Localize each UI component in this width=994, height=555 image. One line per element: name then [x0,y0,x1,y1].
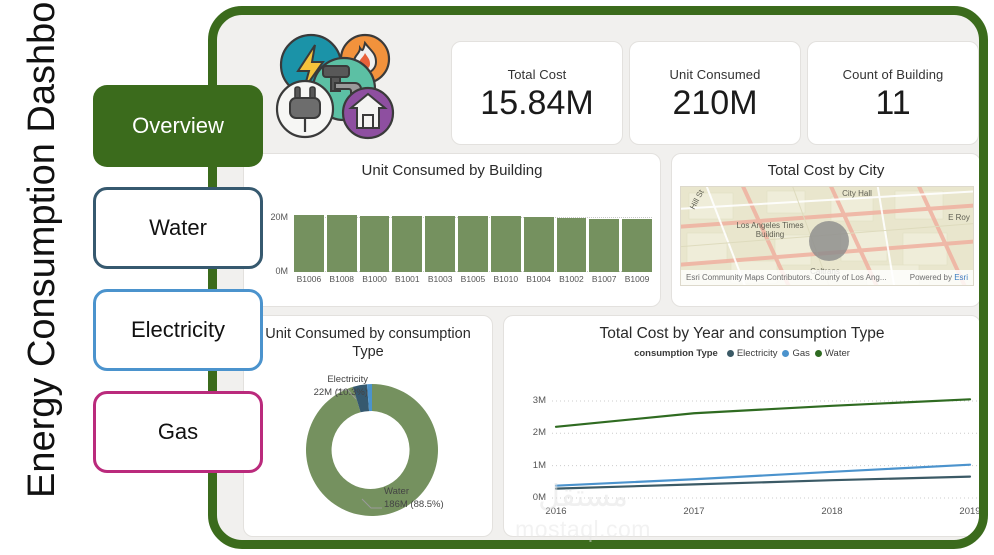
donut-chart-plot: Electricity 22M (10.3%) Water 186M (88.5… [244,368,492,536]
legend-label: Gas [792,348,810,359]
line-y-tick: 3M [532,394,546,406]
line-x-tick: 2016 [545,506,567,517]
chart-legend: consumption Type Electricity Gas Water [504,348,979,359]
kpi-value: 210M [672,83,758,122]
kpi-value: 15.84M [480,83,594,122]
kpi-card-total-cost[interactable]: Total Cost 15.84M [451,41,623,145]
line-chart-plot: 0M 1M 2M 3M 2016 2017 2018 2019 [504,374,979,538]
bar-x-tick: B1010 [493,274,519,284]
legend-swatch [814,350,822,357]
sidebar-item-label: Overview [132,113,224,138]
bar[interactable] [556,218,587,272]
legend-item-gas[interactable]: Gas [782,348,810,359]
bar-x-tick: B1001 [395,274,420,284]
kpi-label: Total Cost [507,66,567,82]
legend-title: consumption Type [634,348,718,359]
bar[interactable] [294,214,324,272]
sidebar-item-label: Water [149,215,207,240]
bar-x-tick: B1009 [624,274,650,284]
bar-x-tick: B1008 [329,274,355,284]
donut-label-value: 186M (88.5%) [384,498,444,510]
bar-x-axis-labels: B1006 B1008 B1000 B1001 B1003 B1005 B1010 B1004… [294,274,652,284]
chart-title: Unit Consumed by consumption Type [265,326,471,361]
plug-icon [275,79,335,139]
bar-x-tick: B1006 [296,274,322,284]
legend-swatch [782,350,790,357]
map-label-la-times-building: Los Angeles Times Building [736,221,804,240]
map-label-e-roy: E Roy [948,213,970,222]
kpi-row: Total Cost 15.84M Unit Consumed 210M Cou… [235,29,979,145]
sidebar-item-label: Electricity [130,317,226,342]
bar[interactable] [589,218,620,272]
legend-item-water[interactable]: Water [814,348,850,359]
esri-link[interactable]: Esri [954,273,968,282]
bar[interactable] [326,215,357,272]
kpi-card-unit-consumed[interactable]: Unit Consumed 210M [629,41,801,145]
bar[interactable] [458,216,488,272]
chart-title: Total Cost by Year and consumption Type [599,325,885,342]
bar[interactable] [622,218,652,272]
sidebar-item-overview[interactable]: Overview [93,85,263,167]
line-x-tick: 2019 [959,506,981,517]
legend-swatch [726,350,734,357]
page-title: Energy Consumption Dashboard [21,0,63,498]
bar-x-tick: B1007 [591,274,617,284]
map-attribution-text: Esri Community Maps Contributors. County… [686,273,887,282]
bar-x-tick: B1004 [526,274,551,284]
kpi-card-count-of-building[interactable]: Count of Building 11 [807,41,979,145]
legend-label: Electricity [736,348,778,359]
line-x-tick: 2017 [683,506,705,517]
sidebar-item-label: Gas [157,419,199,444]
donut-label-water: Water 186M (88.5%) [384,486,492,512]
kpi-label: Count of Building [842,66,944,82]
chart-card-unit-consumed-by-consumption-type[interactable]: Unit Consumed by consumption Type Electr… [243,315,493,537]
donut-label-electricity: Electricity 22M (10.3%) [260,374,368,400]
donut-label-name: Water [384,486,409,497]
map-canvas[interactable]: City Hall Los Angeles Times Building Cal… [680,186,974,286]
bar[interactable] [523,216,554,272]
bar[interactable] [392,215,423,272]
map-powered-by: Powered by Esri [909,273,968,282]
bar[interactable] [425,216,456,272]
bar-x-tick: B1000 [362,274,387,284]
house-icon [341,86,395,140]
sidebar-item-gas[interactable]: Gas [93,391,263,473]
legend-item-electricity[interactable]: Electricity [726,348,778,359]
sidebar-item-electricity[interactable]: Electricity [93,289,263,371]
chart-card-total-cost-by-city[interactable]: Total Cost by City City Hall Los Angeles… [671,153,979,307]
legend-label: Water [824,348,850,359]
chart-title: Total Cost by City [767,162,885,179]
dashboard-frame: Total Cost 15.84M Unit Consumed 210M Cou… [208,6,988,549]
map-attribution: Esri Community Maps Contributors. County… [681,270,973,285]
chart-card-unit-consumed-by-building[interactable]: Unit Consumed by Building 20M 0M B1006 B1… [243,153,661,307]
kpi-label: Unit Consumed [669,66,761,82]
chart-card-total-cost-by-year-and-consumption-type[interactable]: Total Cost by Year and consumption Type … [503,315,979,538]
bar-series [294,210,652,272]
bar-chart-plot: 20M 0M B1006 B1008 B1000 B1001 B1003 B1005 B10… [244,190,660,304]
line-x-tick: 2018 [821,506,843,517]
bar[interactable] [359,215,390,272]
map-bubble-marker[interactable] [809,221,849,261]
donut-label-value: 22M (10.3%) [313,386,368,398]
bar-y-tick: 0M [275,266,288,276]
chart-title: Unit Consumed by Building [361,162,543,179]
bar-x-tick: B1005 [460,274,486,284]
energy-icon-cluster [275,33,395,140]
donut-label-name: Electricity [327,374,368,385]
map-label-city-hall: City Hall [842,189,872,198]
sidebar-item-water[interactable]: Water [93,187,263,269]
line-y-tick: 1M [532,459,546,471]
bar-x-tick: B1002 [559,274,584,284]
bar-x-tick: B1003 [427,274,453,284]
line-y-tick: 0M [532,492,546,503]
kpi-value: 11 [875,83,911,122]
bar[interactable] [490,216,521,272]
line-series-water[interactable] [554,398,972,428]
line-y-tick: 2M [532,427,546,439]
